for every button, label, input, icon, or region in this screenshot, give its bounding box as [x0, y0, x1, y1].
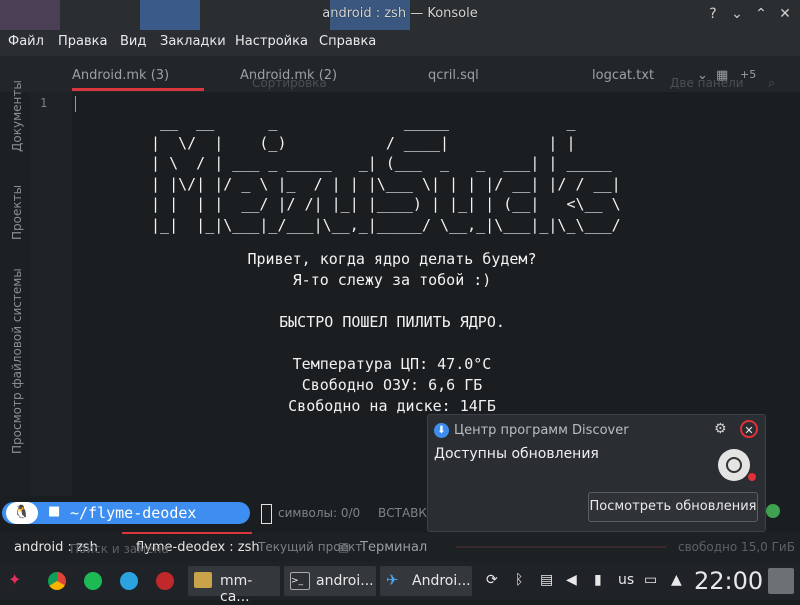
editor-tab[interactable]: qcril.sql: [428, 68, 479, 83]
menu-settings[interactable]: Настройка: [235, 34, 308, 49]
terminal-icon: ▤: [338, 540, 350, 554]
menu-bookmarks[interactable]: Закладки: [160, 34, 226, 49]
menu-bar: Файл Правка Вид Закладки Настройка Справ…: [0, 30, 800, 56]
notification-app-name: Центр программ Discover: [454, 423, 629, 438]
terminal-line: БЫСТРО ПОШЕЛ ПИЛИТЬ ЯДРО.: [279, 313, 505, 331]
task-label: mm-ca...: [220, 573, 253, 605]
show-desktop-icon[interactable]: [768, 568, 794, 594]
task-android-studio[interactable]: ✈ Androi...: [380, 566, 472, 596]
task-label: androi...: [316, 573, 374, 589]
keyboard-layout[interactable]: us: [618, 572, 634, 588]
terminal-cursor: [261, 504, 272, 524]
archive-icon: [194, 572, 212, 588]
line-gutter: 1: [30, 92, 72, 502]
chrome-icon[interactable]: [48, 572, 66, 590]
terminal-line: Свободно ОЗУ: 6,6 ГБ: [301, 376, 483, 394]
discover-tray-icon[interactable]: ⟳: [486, 572, 498, 588]
status-dot-icon: [766, 504, 780, 518]
usb-icon[interactable]: ▮: [594, 572, 602, 588]
ghost-search-replace: Поиск и замена: [70, 542, 169, 556]
view-updates-button[interactable]: Посмотреть обновления: [588, 492, 758, 522]
minimize-button[interactable]: ⌄: [728, 5, 746, 23]
close-notification-icon[interactable]: ✕: [740, 420, 758, 438]
konsole-tab-bar: android : zsh flyme-deodex : zsh Поиск и…: [0, 532, 800, 562]
volume-icon[interactable]: ◀: [566, 572, 577, 588]
active-tab-indicator: [122, 532, 252, 534]
tux-icon: 🐧: [6, 502, 38, 524]
ascii-art-banner: __ __ _ _____ _ | \/ | (_) / ____| | | |…: [151, 113, 621, 234]
task-label: Androi...: [412, 573, 471, 589]
maximize-button[interactable]: ⌃: [752, 5, 770, 23]
clipboard-icon[interactable]: ▤: [540, 572, 553, 588]
taskbar: ✦ mm-ca... >_ androi... ✈ Androi... ⟳ ᛒ …: [0, 562, 800, 605]
update-notification[interactable]: ⬇ Центр программ Discover ⚙ ✕ Доступны о…: [427, 414, 766, 532]
editor-tab[interactable]: logcat.txt: [592, 68, 654, 83]
terminal-line: Температура ЦП: 47.0°C: [292, 355, 492, 373]
notification-title: Доступны обновления: [434, 446, 599, 462]
side-panel-strip: Документы Проекты Просмотр файловой сист…: [0, 80, 30, 502]
side-tab-filesystem[interactable]: Просмотр файловой системы: [10, 268, 24, 454]
app-icon[interactable]: [156, 572, 174, 590]
window-title: android : zsh — Konsole: [322, 6, 478, 21]
network-icon[interactable]: ▭: [644, 572, 657, 588]
side-tab-projects[interactable]: Проекты: [10, 185, 24, 240]
alert-dot-icon: [748, 473, 756, 481]
title-bar: android : zsh — Konsole ? ⌄ ⌃ ✕: [0, 0, 800, 30]
close-button[interactable]: ✕: [776, 5, 794, 23]
telegram-icon[interactable]: [120, 572, 138, 590]
download-icon: ⬇: [434, 423, 449, 438]
spotify-icon[interactable]: [84, 572, 102, 590]
side-tab-documents[interactable]: Документы: [10, 80, 24, 152]
line-number: 1: [40, 96, 48, 110]
menu-help[interactable]: Справка: [319, 34, 376, 49]
terminal-line: Свободно на диске: 14ГБ: [288, 397, 496, 415]
split-view-label: Две панели: [670, 76, 744, 90]
tray-expand-icon[interactable]: ▲: [671, 572, 682, 588]
text-cursor: [75, 96, 76, 112]
prompt-segment: 🐧 ■ ~/flyme-deodex: [2, 502, 250, 524]
discover-update-icon: [718, 449, 750, 481]
menu-view[interactable]: Вид: [120, 34, 146, 49]
clock[interactable]: 22:00: [694, 567, 763, 595]
terminal-line: Я-то слежу за тобой :): [292, 271, 492, 289]
terminal-line: Привет, когда ядро делать будем?: [247, 250, 537, 268]
terminal-icon: >_: [290, 572, 310, 590]
ghost-free-space: свободно 15,0 ГиБ: [678, 540, 795, 554]
active-tab-indicator: [72, 88, 204, 91]
folder-icon: ■: [48, 504, 61, 519]
app-launcher-icon[interactable]: ✦: [8, 570, 21, 589]
editor-tab-bar: Android.mk (3) Android.mk (2) qcril.sql …: [0, 56, 800, 92]
bluetooth-icon[interactable]: ᛒ: [515, 572, 523, 588]
settings-sliders-icon[interactable]: ⚙: [714, 421, 727, 437]
sort-label: Сортировка: [252, 76, 327, 90]
symbols-counter: символы: 0/0: [278, 506, 361, 520]
task-mm-ca[interactable]: mm-ca...: [188, 566, 280, 605]
menu-edit[interactable]: Правка: [58, 34, 107, 49]
disk-usage-bar: [456, 546, 666, 548]
menu-file[interactable]: Файл: [8, 34, 44, 49]
kate-icon: ✈: [386, 571, 399, 589]
ghost-terminal: Терминал: [360, 540, 428, 555]
search-icon: ⌕: [768, 76, 776, 91]
task-android-konsole[interactable]: >_ androi...: [284, 566, 376, 596]
help-button[interactable]: ?: [704, 5, 722, 23]
refresh-icon: [726, 457, 742, 473]
prompt-path: ~/flyme-deodex: [70, 504, 197, 522]
editor-tab[interactable]: Android.mk (3): [72, 68, 169, 83]
